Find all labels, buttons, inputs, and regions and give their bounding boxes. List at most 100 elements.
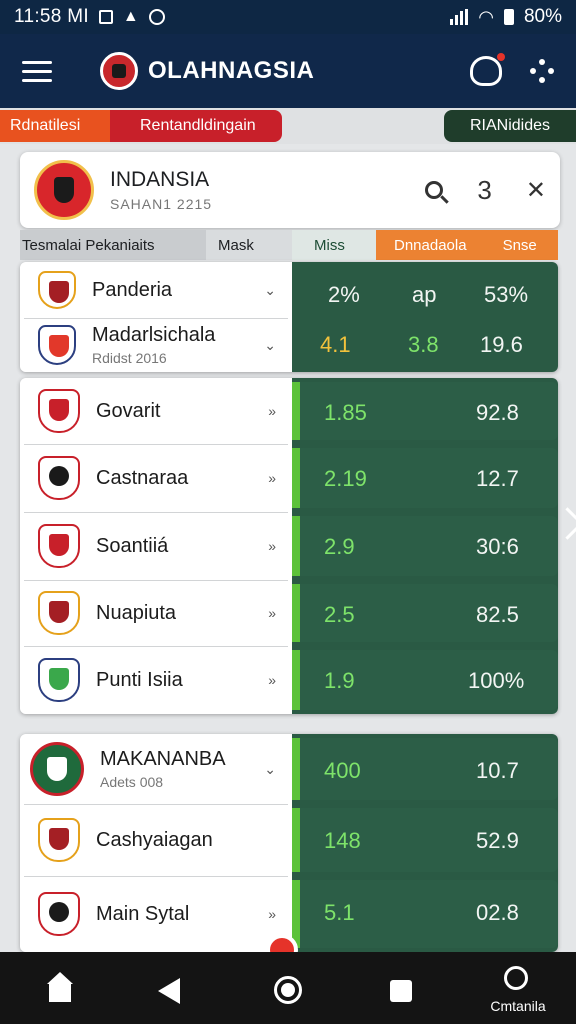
team-subtitle: Rdidst 2016 [92,350,167,366]
wifi-icon: ◠ [478,6,494,27]
stat-value: 02.8 [476,900,519,925]
stat-value: 400 [324,758,361,783]
team-card-1: Panderia ⌄ 2% ap 53% Madarlsichala Rdids… [20,262,558,372]
more-options-icon[interactable] [530,59,554,83]
column-miss[interactable]: Miss [292,230,376,260]
team-name: Madarlsichala [92,324,216,346]
team-logo [38,271,76,309]
column-dnnadaola[interactable]: Dnnadaola [394,237,467,254]
column-header: Tesmalai Pekaniaits Mask Miss Dnnadaola … [20,230,558,260]
team-name: Panderia [92,278,173,301]
team-logo [38,892,80,936]
table-row[interactable]: MAKANANBA Adets 008 ⌄ 400 10.7 [20,734,558,804]
team-logo [30,742,84,796]
nav-label[interactable]: Cmtanila [482,998,554,1014]
stat-value: 5.1 [324,900,355,925]
tab-filter-1[interactable]: Rdnatilesi [0,110,110,142]
table-row[interactable]: Cashyaiagan 148 52.9 [20,804,558,876]
team-subtitle: Adets 008 [100,774,164,790]
chevron-right-icon[interactable]: » [268,906,276,922]
chevron-right-icon[interactable] [556,504,576,548]
team-logo [38,818,80,862]
stat-value: 82.5 [476,602,519,627]
chevron-right-icon[interactable]: » [268,605,276,621]
stat-value: 30:6 [476,534,519,559]
status-bar: 11:58 MI ▲ ◠ 80% [0,0,576,34]
recents-icon[interactable] [390,980,412,1002]
column-mask[interactable]: Mask [206,230,292,260]
table-row[interactable]: Soantiiá » 2.9 30:6 [20,512,558,580]
chevron-right-icon[interactable]: » [268,538,276,554]
search-icon[interactable] [425,181,444,199]
chevron-down-icon[interactable]: ⌄ [264,282,276,299]
chevron-right-icon[interactable]: » [268,672,276,688]
battery-icon [503,9,514,25]
tab-filter-3[interactable]: RIANidides [444,110,576,142]
team-logo [38,591,80,635]
team-name: Soantiiá [96,534,169,557]
stat-value: 1.9 [324,668,355,693]
country-crest [34,160,94,220]
app-title: OLAHNAGSIA [148,57,315,84]
country-season: SAHAN1 2215 [110,196,213,212]
app-logo [100,52,138,90]
team-logo [38,389,80,433]
stat-value: 4.1 [320,332,351,357]
filter-tabs: Rdnatilesi Rentandldingain RIANidides [0,108,576,144]
back-icon[interactable] [158,978,180,1004]
stat-value: 53% [484,282,529,307]
stat-value: 10.7 [476,758,519,783]
close-icon[interactable]: ✕ [526,176,546,205]
stat-value: 148 [324,828,361,853]
column-snse[interactable]: Snse [503,237,537,254]
country-card[interactable]: INDANSIA SAHAN1 2215 3 ✕ [20,152,560,228]
team-name: Punti Isiia [96,668,183,691]
country-name: INDANSIA [110,168,210,191]
table-row[interactable]: Punti Isiia » 1.9 100% [20,646,558,714]
team-logo [38,658,80,702]
column-team[interactable]: Tesmalai Pekaniaits [20,230,206,260]
chevron-down-icon[interactable]: ⌄ [264,761,276,778]
table-row[interactable]: Nuapiuta » 2.5 82.5 [20,580,558,646]
stat-value: 2.19 [324,466,367,491]
team-logo [38,456,80,500]
team-name: Nuapiuta [96,601,177,624]
football-icon[interactable] [504,966,528,990]
menu-icon[interactable] [22,60,52,82]
home-circle-icon[interactable] [274,976,302,1004]
column-stats: Dnnadaola Snse [376,230,558,260]
stat-value: 52.9 [476,828,519,853]
tab-filter-2[interactable]: Rentandldingain [110,110,282,142]
table-row[interactable]: Panderia ⌄ 2% ap 53% [20,262,558,318]
result-count: 3 [477,174,492,205]
chevron-down-icon[interactable]: ⌄ [264,337,276,354]
team-logo [38,325,76,365]
team-card-3: MAKANANBA Adets 008 ⌄ 400 10.7 Cashyaiag… [20,734,558,952]
team-name: Castnaraa [96,466,189,489]
team-name: Govarit [96,399,161,422]
stat-value: 2% [328,282,360,307]
battery-level: 80% [523,6,562,27]
chevron-right-icon[interactable]: » [268,470,276,486]
home-icon[interactable] [44,972,76,1004]
alert-icon: ▲ [122,8,139,25]
table-row[interactable]: Govarit » 1.85 92.8 [20,378,558,444]
team-logo [38,524,80,568]
stat-value: 100% [468,668,525,693]
table-row[interactable]: Castnaraa » 2.19 12.7 [20,444,558,512]
stat-value: 92.8 [476,400,519,425]
status-time: 11:58 MI [14,6,89,27]
stat-value: 19.6 [480,332,523,357]
table-row[interactable]: Madarlsichala Rdidst 2016 ⌄ 4.1 3.8 19.6 [20,318,558,372]
stat-value: 12.7 [476,466,519,491]
signal-icon [450,9,469,25]
sync-icon [148,9,165,25]
stat-value: 2.9 [324,534,355,559]
stat-value: ap [412,282,437,307]
notification-bell-icon[interactable] [470,53,505,86]
chevron-right-icon[interactable]: » [268,403,276,419]
team-name: Cashyaiagan [96,828,213,851]
team-name: Main Sytal [96,902,190,925]
stat-value: 3.8 [408,332,439,357]
notification-icon [98,10,113,24]
